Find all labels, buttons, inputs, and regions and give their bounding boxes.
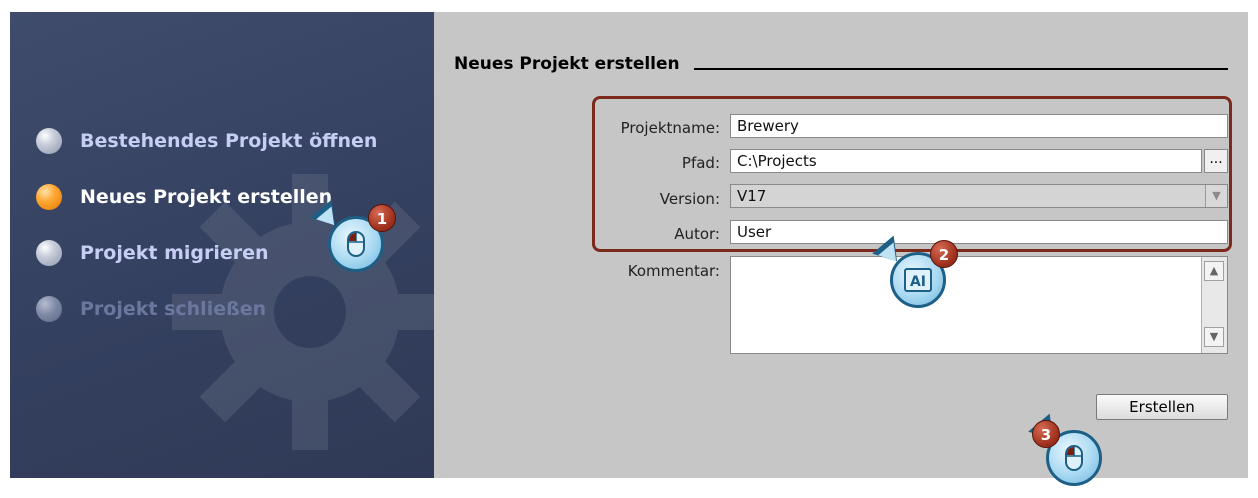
kommentar-label: Kommentar: [627, 262, 720, 280]
step-callout-2: AI 2 [872, 235, 958, 312]
pfad-label: Pfad: [681, 154, 720, 172]
scroll-up-icon[interactable]: ▲ [1204, 261, 1224, 281]
create-project-form: Neues Projekt erstellen Projektname: Bre… [434, 12, 1248, 478]
author-input[interactable]: User [730, 220, 1228, 244]
new-project-dialog: Bestehendes Projekt öffnen Neues Projekt… [10, 12, 1248, 486]
version-selected-value: V17 [737, 187, 767, 205]
step-callout-1: 1 [310, 199, 396, 276]
browse-path-button[interactable]: ... [1204, 149, 1228, 173]
scroll-down-icon[interactable]: ▼ [1204, 327, 1224, 347]
nav-item-label: Projekt schließen [80, 298, 267, 320]
callout-number: 3 [1032, 420, 1060, 448]
keyboard-text-icon: AI [904, 268, 932, 292]
mouse-icon [1065, 445, 1083, 471]
step-callout-3: 3 [1028, 413, 1106, 490]
bullet-icon [36, 128, 62, 154]
create-button[interactable]: Erstellen [1096, 394, 1228, 420]
projektname-label: Projektname: [620, 119, 720, 137]
project-name-input[interactable]: Brewery [730, 114, 1228, 138]
mouse-icon [347, 231, 365, 257]
bullet-icon [36, 240, 62, 266]
autor-label: Autor: [674, 225, 720, 243]
bullet-active-icon [36, 184, 62, 210]
header-divider [693, 68, 1228, 70]
chevron-down-icon[interactable]: ▼ [1205, 185, 1227, 207]
bullet-disabled-icon [36, 296, 62, 322]
nav-item-label: Bestehendes Projekt öffnen [80, 130, 378, 152]
nav-item-close-project: Projekt schließen [36, 296, 266, 322]
callout-number: 2 [930, 240, 958, 268]
nav-item-open-project[interactable]: Bestehendes Projekt öffnen [36, 128, 377, 154]
version-select[interactable]: V17 [730, 184, 1228, 208]
nav-item-migrate-project[interactable]: Projekt migrieren [36, 240, 269, 266]
svg-text:AI: AI [910, 274, 926, 290]
path-input[interactable]: C:\Projects [730, 149, 1202, 173]
version-label: Version: [659, 190, 720, 208]
nav-item-create-project[interactable]: Neues Projekt erstellen [36, 184, 332, 210]
callout-number: 1 [368, 204, 396, 232]
comment-scrollbar[interactable]: ▲ ▼ [1201, 257, 1227, 353]
form-header: Neues Projekt erstellen [454, 54, 1228, 74]
form-title: Neues Projekt erstellen [454, 54, 680, 74]
comment-textarea[interactable]: ▲ ▼ [730, 256, 1228, 354]
nav-item-label: Neues Projekt erstellen [80, 186, 333, 208]
nav-item-label: Projekt migrieren [80, 242, 269, 264]
